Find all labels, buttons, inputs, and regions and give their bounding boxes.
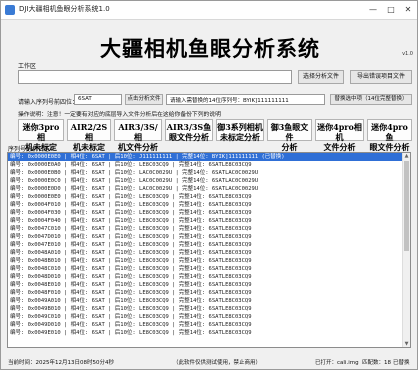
button-line: 迷你4pro鱼 bbox=[371, 122, 408, 142]
log-row[interactable]: 编号: 0x0047E010 | 相4位: 6SAT | 后10位: LE8C0… bbox=[8, 241, 410, 249]
button-line: 御3系列相机 bbox=[217, 122, 263, 132]
app-window: DJI大疆相机鱼眼分析系统1.0 — □ ✕ 大疆相机鱼眼分析系统 v1.0 工… bbox=[0, 0, 418, 370]
status-file: 已打开：cali.img bbox=[315, 360, 359, 366]
status-replaced: 已替换 bbox=[393, 360, 410, 366]
air3-fisheye-analysis-button[interactable]: AIR3/3S鱼 眼文件分析 bbox=[165, 119, 213, 142]
maximize-icon[interactable]: □ bbox=[383, 3, 399, 16]
mavic3-fisheye-button[interactable]: 御3鱼眼文件 分析 bbox=[267, 119, 312, 152]
button-line: 机文件分析 bbox=[118, 142, 158, 152]
serial-prefix-input[interactable]: 6SAT bbox=[74, 94, 122, 105]
analyze-file-button[interactable]: 点击分析文件 bbox=[125, 94, 163, 105]
button-line: AIR3/3S/相 bbox=[118, 122, 158, 142]
replace-selected-button[interactable]: 替换选中项（14位完整替换） bbox=[330, 94, 412, 105]
log-row[interactable]: 编号: 0x0000E0B0 | 相4位: 6SAT | 后10位: LAC0C… bbox=[8, 169, 410, 177]
scroll-down-icon[interactable]: ▼ bbox=[403, 341, 410, 347]
log-row[interactable]: 编号: 0x0004F010 | 相4位: 6SAT | 后10位: LE8C0… bbox=[8, 201, 410, 209]
log-row[interactable]: 编号: 0x0000E0C0 | 相4位: 6SAT | 后10位: LAC0C… bbox=[8, 177, 410, 185]
log-rows: 编号: 0x0000E0E0 | 相4位: 6SAT | 后10位: J1111… bbox=[8, 153, 410, 337]
button-line: 文件分析 bbox=[323, 142, 356, 152]
log-row[interactable]: 编号: 0x0047D010 | 相4位: 6SAT | 后10位: LE8C0… bbox=[8, 233, 410, 241]
log-row[interactable]: 编号: 0x0048B010 | 相4位: 6SAT | 后10位: LE8C0… bbox=[8, 257, 410, 265]
status-note: （此软件仅供测试使用，禁止商用） bbox=[173, 360, 262, 366]
mini3pro-uncalibrated-button[interactable]: 迷你3pro相 机未标定 bbox=[18, 119, 64, 152]
serial-prefix-label: 请输入序列号前四位： bbox=[18, 99, 79, 106]
button-line: 眼文件分析 bbox=[169, 132, 209, 142]
log-row[interactable]: 编号: 0x0000E0E0 | 相4位: 6SAT | 后10位: J1111… bbox=[8, 153, 410, 161]
log-row[interactable]: 编号: 0x0048D010 | 相4位: 6SAT | 后10位: LE8C0… bbox=[8, 273, 410, 281]
mini4pro-fisheye-button[interactable]: 迷你4pro鱼 眼文件分析 bbox=[367, 119, 412, 152]
mini4pro-file-analysis-button[interactable]: 迷你4pro相机 文件分析 bbox=[315, 119, 364, 152]
log-row[interactable]: 编号: 0x0048C010 | 相4位: 6SAT | 后10位: LE8C0… bbox=[8, 265, 410, 273]
log-row[interactable]: 编号: 0x0049E010 | 相4位: 6SAT | 后10位: LE8C0… bbox=[8, 329, 410, 337]
log-row[interactable]: 编号: 0x0049D010 | 相4位: 6SAT | 后10位: LE8C0… bbox=[8, 321, 410, 329]
scroll-up-icon[interactable]: ▲ bbox=[403, 153, 410, 159]
log-row[interactable]: 编号: 0x0048A010 | 相4位: 6SAT | 后10位: LE8C0… bbox=[8, 249, 410, 257]
close-icon[interactable]: ✕ bbox=[400, 3, 416, 16]
button-line: 分析 bbox=[281, 142, 298, 152]
minimize-icon[interactable]: — bbox=[365, 3, 381, 16]
window-title: DJI大疆相机鱼眼分析系统1.0 bbox=[19, 5, 110, 13]
log-row[interactable]: 编号: 0x0000E0E0 | 相4位: 6SAT | 后10位: LE8C0… bbox=[8, 193, 410, 201]
log-scrollbar[interactable]: ▲ ▼ bbox=[402, 153, 410, 347]
log-row[interactable]: 编号: 0x0049A010 | 相4位: 6SAT | 后10位: LE8C0… bbox=[8, 297, 410, 305]
log-row[interactable]: 编号: 0x0047C010 | 相4位: 6SAT | 后10位: LE8C0… bbox=[8, 225, 410, 233]
log-row[interactable]: 编号: 0x0049B010 | 相4位: 6SAT | 后10位: LE8C0… bbox=[8, 305, 410, 313]
button-line: 迷你3pro相 bbox=[22, 122, 60, 142]
log-row[interactable]: 编号: 0x0000E0D0 | 相4位: 6SAT | 后10位: LAC0C… bbox=[8, 185, 410, 193]
select-file-button[interactable]: 选择分析文件 bbox=[298, 70, 344, 84]
button-line: 机未标定 bbox=[73, 142, 105, 152]
replace-serial-input[interactable]: 请输入需替换的14位序列号：BYIK]111111111 bbox=[166, 94, 325, 105]
workspace-label: 工作区 bbox=[18, 63, 37, 70]
button-line: 眼文件分析 bbox=[369, 142, 410, 152]
serial-log-list[interactable]: 编号: 0x0000E0E0 | 相4位: 6SAT | 后10位: J1111… bbox=[7, 152, 411, 348]
log-row[interactable]: 编号: 0x0049C010 | 相4位: 6SAT | 后10位: LE8C0… bbox=[8, 313, 410, 321]
log-row[interactable]: 编号: 0x0004F030 | 相4位: 6SAT | 后10位: LE8C0… bbox=[8, 209, 410, 217]
air3-file-analysis-button[interactable]: AIR3/3S/相 机文件分析 bbox=[114, 119, 162, 152]
page-title: 大疆相机鱼眼分析系统 bbox=[100, 36, 320, 61]
button-line: 御3鱼眼文件 bbox=[270, 122, 309, 142]
version-label: v1.0 bbox=[402, 51, 413, 57]
mavic3-uncalibrated-button[interactable]: 御3系列相机 未标定分析 bbox=[216, 119, 264, 142]
title-bar: DJI大疆相机鱼眼分析系统1.0 — □ ✕ bbox=[1, 1, 417, 20]
button-line: AIR2/2S相 bbox=[70, 122, 108, 142]
button-line: 未标定分析 bbox=[220, 132, 260, 142]
log-row[interactable]: 编号: 0x0004F040 | 相4位: 6SAT | 后10位: LE8C0… bbox=[8, 217, 410, 225]
log-row[interactable]: 编号: 0x0000E0A0 | 相4位: 6SAT | 后10位: LE8C0… bbox=[8, 161, 410, 169]
app-icon bbox=[5, 5, 15, 15]
instructions-text: 操作说明：注意！一定要有对应的底层导入文件分析后在这给你备份下列的说明 bbox=[18, 112, 221, 118]
log-row[interactable]: 编号: 0x0048E010 | 相4位: 6SAT | 后10位: LE8C0… bbox=[8, 281, 410, 289]
status-time: 当前时间：2025年12月13日08时50分4秒 bbox=[8, 360, 114, 366]
export-error-button[interactable]: 导出错误项目文件 bbox=[350, 70, 412, 84]
air2-uncalibrated-button[interactable]: AIR2/2S相 机未标定 bbox=[67, 119, 111, 152]
workspace-path-input[interactable] bbox=[18, 70, 292, 84]
log-row[interactable]: 编号: 0x0048F010 | 相4位: 6SAT | 后10位: LE8C0… bbox=[8, 289, 410, 297]
scroll-thumb[interactable] bbox=[404, 161, 409, 251]
status-count: 匹配数：18 bbox=[362, 360, 391, 366]
button-line: AIR3/3S鱼 bbox=[166, 122, 212, 132]
button-line: 迷你4pro相机 bbox=[317, 122, 362, 142]
